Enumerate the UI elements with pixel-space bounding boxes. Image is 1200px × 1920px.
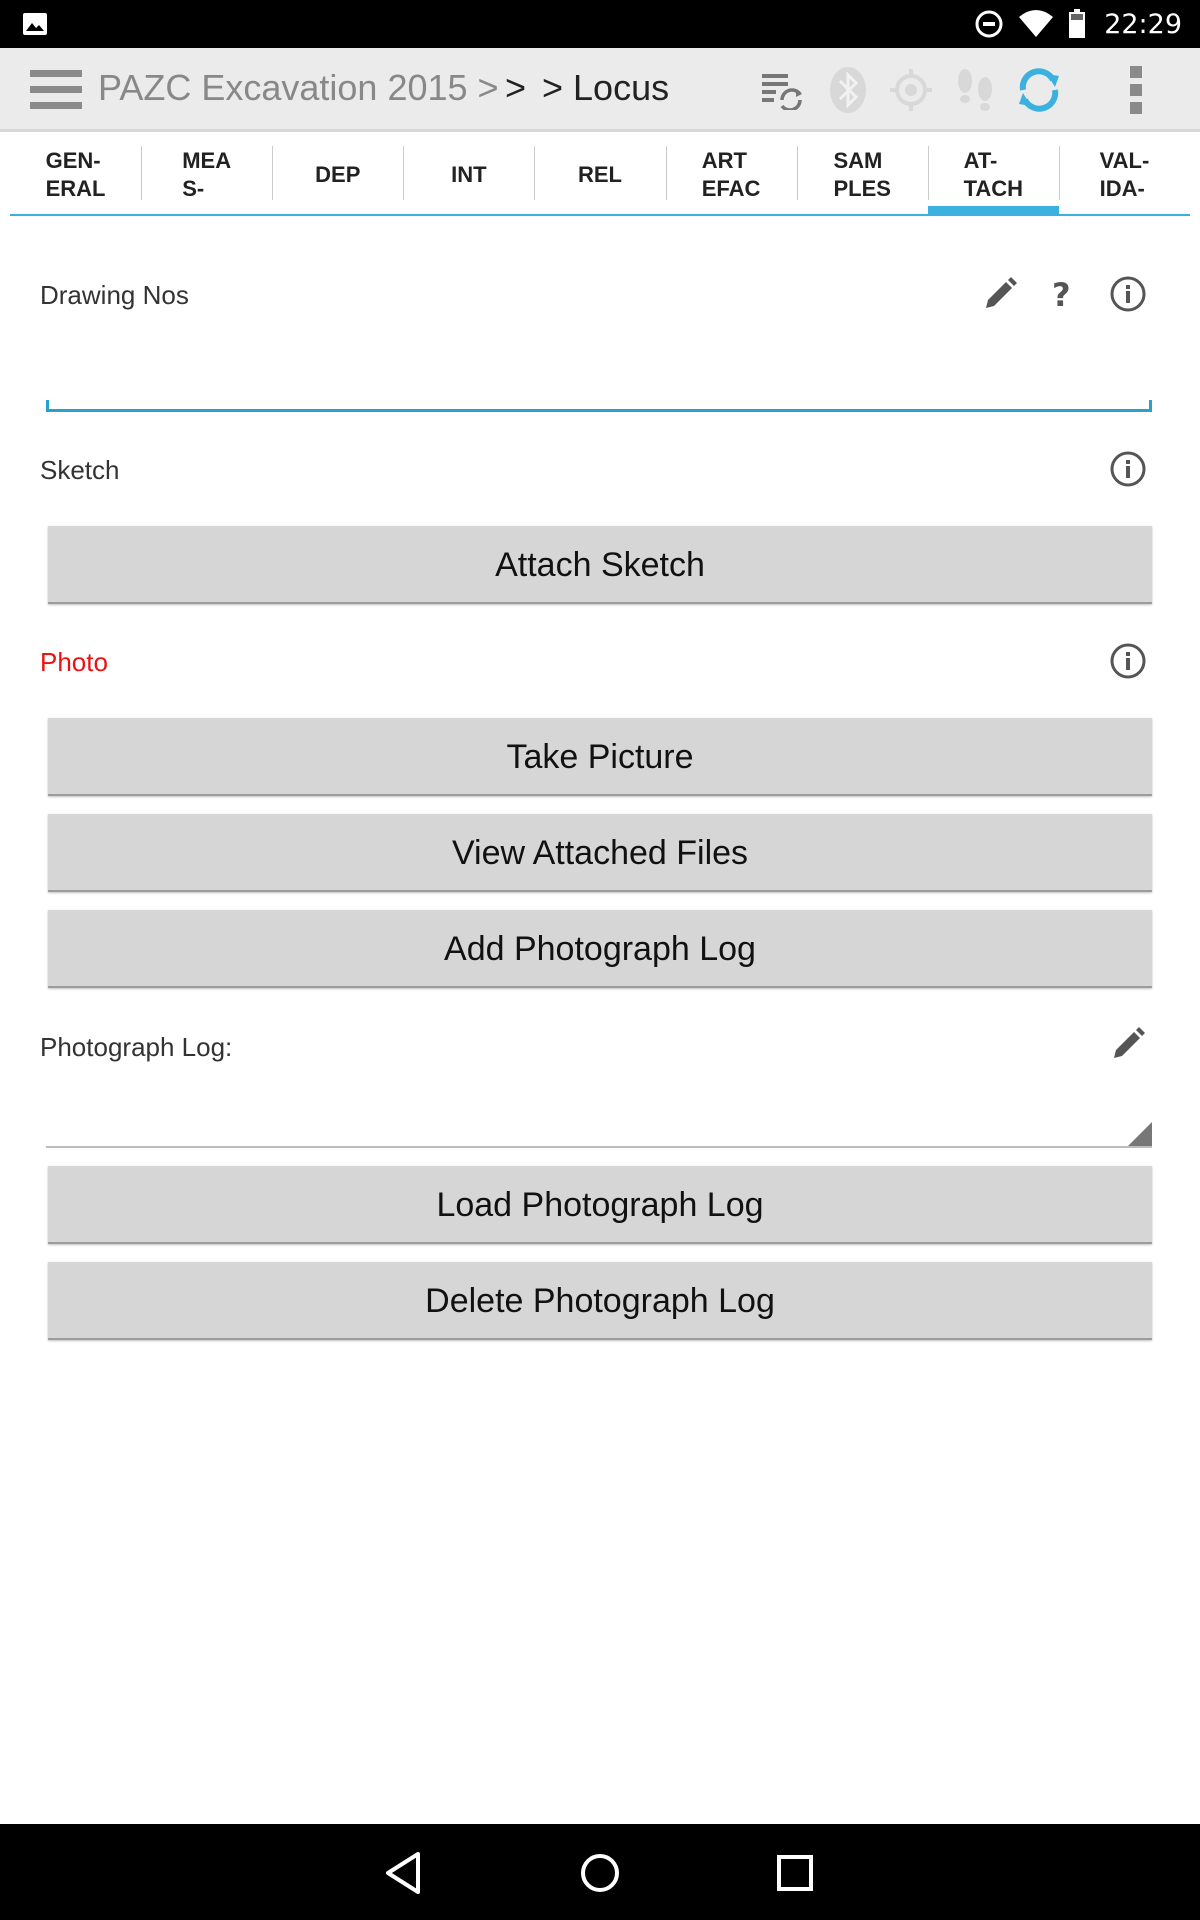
- tab-label: SAM PLES: [833, 148, 891, 201]
- photograph-log-textarea[interactable]: [46, 1080, 1152, 1148]
- bluetooth-icon[interactable]: [824, 66, 872, 114]
- clock: 22:29: [1104, 8, 1182, 40]
- tab-label: MEA S-: [182, 148, 232, 201]
- sync-settings-icon[interactable]: [758, 66, 806, 114]
- status-bar: 22:29: [0, 0, 1200, 48]
- sketch-label: Sketch: [40, 455, 120, 485]
- input-edge: [46, 400, 49, 412]
- gps-icon[interactable]: [887, 66, 935, 114]
- gallery-icon: [23, 13, 47, 35]
- tracking-icon[interactable]: [951, 66, 999, 114]
- tab-int[interactable]: INT: [403, 132, 535, 216]
- info-icon[interactable]: [1110, 451, 1146, 487]
- tab-validation[interactable]: VAL- IDA-: [1058, 132, 1190, 216]
- photograph-log-label: Photograph Log:: [40, 1032, 233, 1062]
- tab-rel[interactable]: REL: [534, 132, 666, 216]
- drawing-nos-input[interactable]: [46, 340, 1152, 412]
- sync-icon[interactable]: [1015, 66, 1063, 114]
- tab-label: VAL- IDA-: [1099, 148, 1150, 201]
- tab-dep[interactable]: DEP: [272, 132, 404, 216]
- menu-icon[interactable]: [30, 70, 82, 110]
- do-not-disturb-icon: [974, 9, 1004, 39]
- tab-label: ART EFAC: [701, 148, 761, 201]
- tab-label: DEP: [315, 162, 361, 187]
- tab-bar: GEN- ERAL MEA S- DEP INT REL ART EFAC SA…: [10, 132, 1190, 216]
- help-icon[interactable]: ?: [1052, 276, 1071, 314]
- back-icon[interactable]: [380, 1848, 430, 1898]
- tab-measurements[interactable]: MEA S-: [141, 132, 273, 216]
- tab-label: GEN- ERAL: [45, 148, 106, 201]
- input-edge: [1149, 400, 1152, 412]
- navigation-bar: [0, 1824, 1200, 1920]
- tab-samples[interactable]: SAM PLES: [796, 132, 928, 216]
- delete-photograph-log-button[interactable]: Delete Photograph Log: [48, 1262, 1152, 1340]
- recents-icon[interactable]: [770, 1848, 820, 1898]
- battery-icon: [1068, 9, 1086, 39]
- breadcrumb-current: > Locus: [542, 67, 670, 108]
- home-icon[interactable]: [575, 1848, 625, 1898]
- breadcrumb-project[interactable]: PAZC Excavation 2015 >: [98, 67, 499, 109]
- tab-label: REL: [577, 162, 622, 187]
- resize-grip-icon[interactable]: [1128, 1122, 1152, 1146]
- action-bar: PAZC Excavation 2015 > > > Locus: [0, 48, 1200, 132]
- overflow-menu-icon[interactable]: [1112, 66, 1160, 114]
- info-icon[interactable]: [1110, 643, 1146, 679]
- tab-artefacts[interactable]: ART EFAC: [665, 132, 797, 216]
- pencil-icon[interactable]: [1110, 1026, 1146, 1062]
- info-icon[interactable]: [1110, 276, 1146, 312]
- tab-label: INT: [451, 162, 487, 187]
- drawing-nos-label: Drawing Nos: [40, 280, 189, 310]
- take-picture-button[interactable]: Take Picture: [48, 718, 1152, 796]
- tab-attach[interactable]: AT- TACH: [927, 132, 1059, 216]
- wifi-icon: [1018, 9, 1054, 39]
- view-attached-files-button[interactable]: View Attached Files: [48, 814, 1152, 892]
- photo-label: Photo: [40, 647, 108, 677]
- attach-sketch-button[interactable]: Attach Sketch: [48, 526, 1152, 604]
- pencil-icon[interactable]: [982, 276, 1018, 312]
- breadcrumb-separator: >: [505, 67, 527, 108]
- load-photograph-log-button[interactable]: Load Photograph Log: [48, 1166, 1152, 1244]
- tab-label: AT- TACH: [963, 148, 1024, 201]
- add-photograph-log-button[interactable]: Add Photograph Log: [48, 910, 1152, 988]
- tab-general[interactable]: GEN- ERAL: [10, 132, 142, 216]
